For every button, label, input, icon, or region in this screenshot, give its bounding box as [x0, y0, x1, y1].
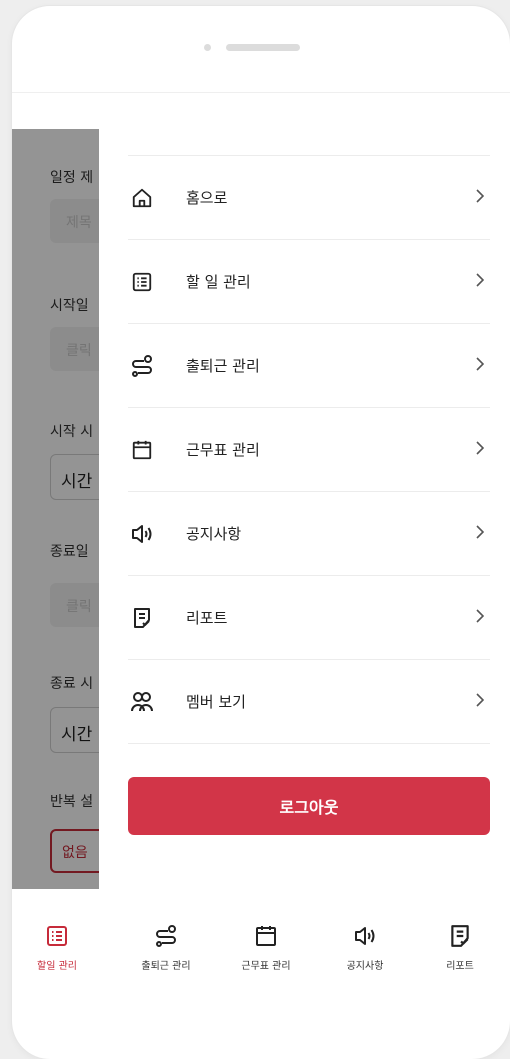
calendar-icon — [256, 926, 276, 946]
speaker-bar — [226, 44, 300, 51]
camera-dot — [204, 44, 211, 51]
tab-label: 할일 관리 — [37, 961, 77, 972]
route-icon — [130, 354, 154, 378]
megaphone-icon — [130, 522, 154, 546]
megaphone-icon — [355, 927, 375, 945]
side-drawer: 홈으로 할 일 관리 출퇴근 관리 근무표 관리 공지사항 리포트 멤버 보기 … — [99, 129, 510, 889]
task-list-icon — [47, 926, 67, 946]
menu-item-label: 출퇴근 관리 — [186, 357, 260, 375]
bottom-tab-bar: 할일 관리 출퇴근 관리 근무표 관리 공지사항 리포트 — [12, 924, 510, 994]
task-list-icon — [130, 270, 154, 294]
phone-frame: 일정 제 제목 시작일 클릭 시작 시 시간 종료일 클릭 종료 시 시간 반복… — [12, 6, 510, 1059]
route-icon — [156, 925, 176, 947]
report-icon — [451, 925, 469, 947]
tab-label: 공지사항 — [346, 961, 384, 972]
menu-item-label: 할 일 관리 — [186, 273, 251, 291]
menu-item-notice[interactable]: 공지사항 — [128, 492, 490, 576]
logout-button[interactable]: 로그아웃 — [128, 777, 490, 835]
menu-item-report[interactable]: 리포트 — [128, 576, 490, 660]
tab-report[interactable]: 리포트 — [412, 924, 508, 972]
chevron-right-icon — [476, 524, 485, 543]
tab-tasks[interactable]: 할일 관리 — [12, 924, 105, 972]
menu-item-home[interactable]: 홈으로 — [128, 156, 490, 240]
chevron-right-icon — [476, 608, 485, 627]
menu-item-label: 근무표 관리 — [186, 441, 260, 459]
menu-item-commute[interactable]: 출퇴근 관리 — [128, 324, 490, 408]
tab-label: 근무표 관리 — [241, 961, 291, 972]
chevron-right-icon — [476, 188, 485, 207]
menu-item-schedule[interactable]: 근무표 관리 — [128, 408, 490, 492]
tab-schedule[interactable]: 근무표 관리 — [218, 924, 314, 972]
tab-label: 리포트 — [446, 961, 474, 972]
drawer-menu: 홈으로 할 일 관리 출퇴근 관리 근무표 관리 공지사항 리포트 멤버 보기 — [128, 155, 490, 744]
calendar-icon — [130, 438, 154, 462]
members-icon — [130, 690, 154, 714]
menu-item-label: 홈으로 — [186, 189, 228, 207]
menu-item-label: 멤버 보기 — [186, 693, 246, 711]
chevron-right-icon — [476, 356, 485, 375]
tab-commute[interactable]: 출퇴근 관리 — [118, 924, 214, 972]
chevron-right-icon — [476, 440, 485, 459]
menu-item-label: 리포트 — [186, 609, 228, 627]
tab-notice[interactable]: 공지사항 — [317, 924, 413, 972]
menu-item-members[interactable]: 멤버 보기 — [128, 660, 490, 744]
header-divider — [12, 92, 510, 93]
menu-item-tasks[interactable]: 할 일 관리 — [128, 240, 490, 324]
menu-item-label: 공지사항 — [186, 525, 242, 543]
home-icon — [130, 186, 154, 210]
tab-label: 출퇴근 관리 — [141, 961, 191, 972]
chevron-right-icon — [476, 692, 485, 711]
report-icon — [130, 606, 154, 630]
chevron-right-icon — [476, 272, 485, 291]
